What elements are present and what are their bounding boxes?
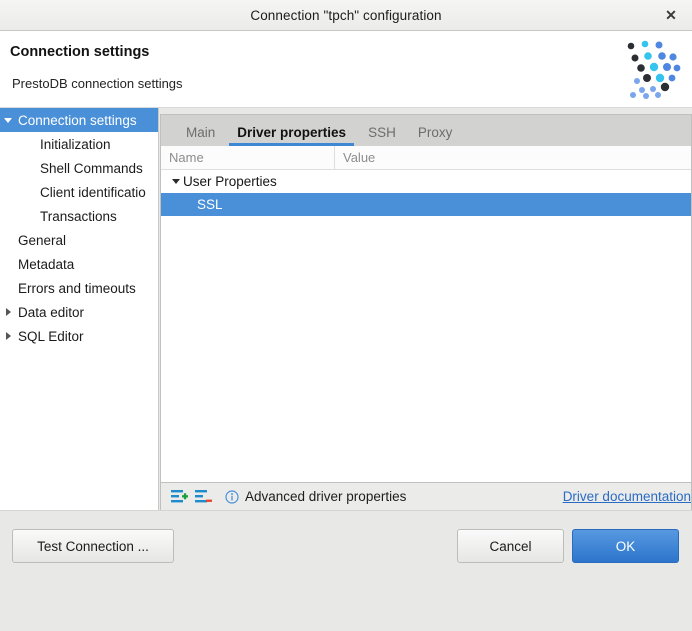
sidebar-item-metadata[interactable]: Metadata xyxy=(0,252,158,276)
sidebar-item-sql-editor[interactable]: SQL Editor xyxy=(0,324,158,348)
sidebar-item-label: General xyxy=(18,232,67,248)
row-label: SSL xyxy=(197,197,223,212)
tab-bar: Main Driver properties SSH Proxy xyxy=(160,114,692,146)
driver-documentation-link[interactable]: Driver documentation xyxy=(563,489,691,504)
ok-button[interactable]: OK xyxy=(572,529,679,563)
cancel-button[interactable]: Cancel xyxy=(457,529,564,563)
panel-footer: Advanced driver properties Driver docume… xyxy=(160,483,692,511)
sidebar-item-connection-settings[interactable]: Connection settings xyxy=(0,108,158,132)
sidebar-item-transactions[interactable]: Transactions xyxy=(0,204,158,228)
settings-panel: Main Driver properties SSH Proxy Name Va… xyxy=(160,114,692,511)
dialog-header: Connection settings PrestoDB connection … xyxy=(0,31,692,108)
sidebar-item-label: Client identificatio xyxy=(40,184,146,200)
info-icon xyxy=(225,489,239,504)
row-label: User Properties xyxy=(183,174,277,189)
settings-tree[interactable]: Connection settings Initialization Shell… xyxy=(0,108,159,510)
advanced-properties-label: Advanced driver properties xyxy=(245,489,407,504)
sidebar-item-initialization[interactable]: Initialization xyxy=(0,132,158,156)
dialog-button-bar: Test Connection ... Cancel OK xyxy=(0,510,692,631)
table-row[interactable]: SSL xyxy=(161,193,691,216)
chevron-right-icon[interactable] xyxy=(0,332,16,340)
sidebar-item-data-editor[interactable]: Data editor xyxy=(0,300,158,324)
chevron-down-icon[interactable] xyxy=(0,117,16,123)
add-property-icon[interactable] xyxy=(167,486,191,508)
table-row[interactable]: User Properties xyxy=(161,170,691,193)
sidebar-item-label: Data editor xyxy=(18,304,85,320)
driver-properties-table[interactable]: Name Value User Properties SSL xyxy=(160,146,692,483)
sidebar-item-label: Connection settings xyxy=(18,112,137,128)
table-header: Name Value xyxy=(161,146,691,170)
row-name-cell: SSL xyxy=(161,197,335,212)
dialog-body: Connection settings Initialization Shell… xyxy=(0,108,692,511)
sidebar-item-label: Shell Commands xyxy=(40,160,143,176)
tab-main[interactable]: Main xyxy=(175,125,226,147)
row-name-cell: User Properties xyxy=(161,174,335,189)
sidebar-item-client-identification[interactable]: Client identificatio xyxy=(0,180,158,204)
column-header-name[interactable]: Name xyxy=(161,146,335,169)
chevron-down-icon[interactable] xyxy=(169,179,183,184)
test-connection-button[interactable]: Test Connection ... xyxy=(12,529,174,563)
column-header-value[interactable]: Value xyxy=(335,146,691,169)
sidebar-item-shell-commands[interactable]: Shell Commands xyxy=(0,156,158,180)
dbeaver-logo-icon xyxy=(618,37,684,101)
page-subtitle: PrestoDB connection settings xyxy=(12,76,183,91)
remove-property-icon[interactable] xyxy=(191,486,215,508)
sidebar-item-label: Initialization xyxy=(40,136,111,152)
sidebar-item-label: SQL Editor xyxy=(18,328,84,344)
sidebar-item-general[interactable]: General xyxy=(0,228,158,252)
sidebar-item-label: Metadata xyxy=(18,256,75,272)
window-titlebar: Connection "tpch" configuration ✕ xyxy=(0,0,692,31)
sidebar-item-label: Errors and timeouts xyxy=(18,280,136,296)
page-title: Connection settings xyxy=(10,44,150,60)
close-icon[interactable]: ✕ xyxy=(658,0,684,30)
chevron-right-icon[interactable] xyxy=(0,308,16,316)
tab-proxy[interactable]: Proxy xyxy=(407,125,464,147)
tab-ssh[interactable]: SSH xyxy=(357,125,407,147)
sidebar-item-errors-and-timeouts[interactable]: Errors and timeouts xyxy=(0,276,158,300)
window-title: Connection "tpch" configuration xyxy=(250,7,442,23)
sidebar-item-label: Transactions xyxy=(40,208,117,224)
advanced-properties-note: Advanced driver properties xyxy=(225,489,406,504)
tab-driver-properties[interactable]: Driver properties xyxy=(226,125,357,147)
